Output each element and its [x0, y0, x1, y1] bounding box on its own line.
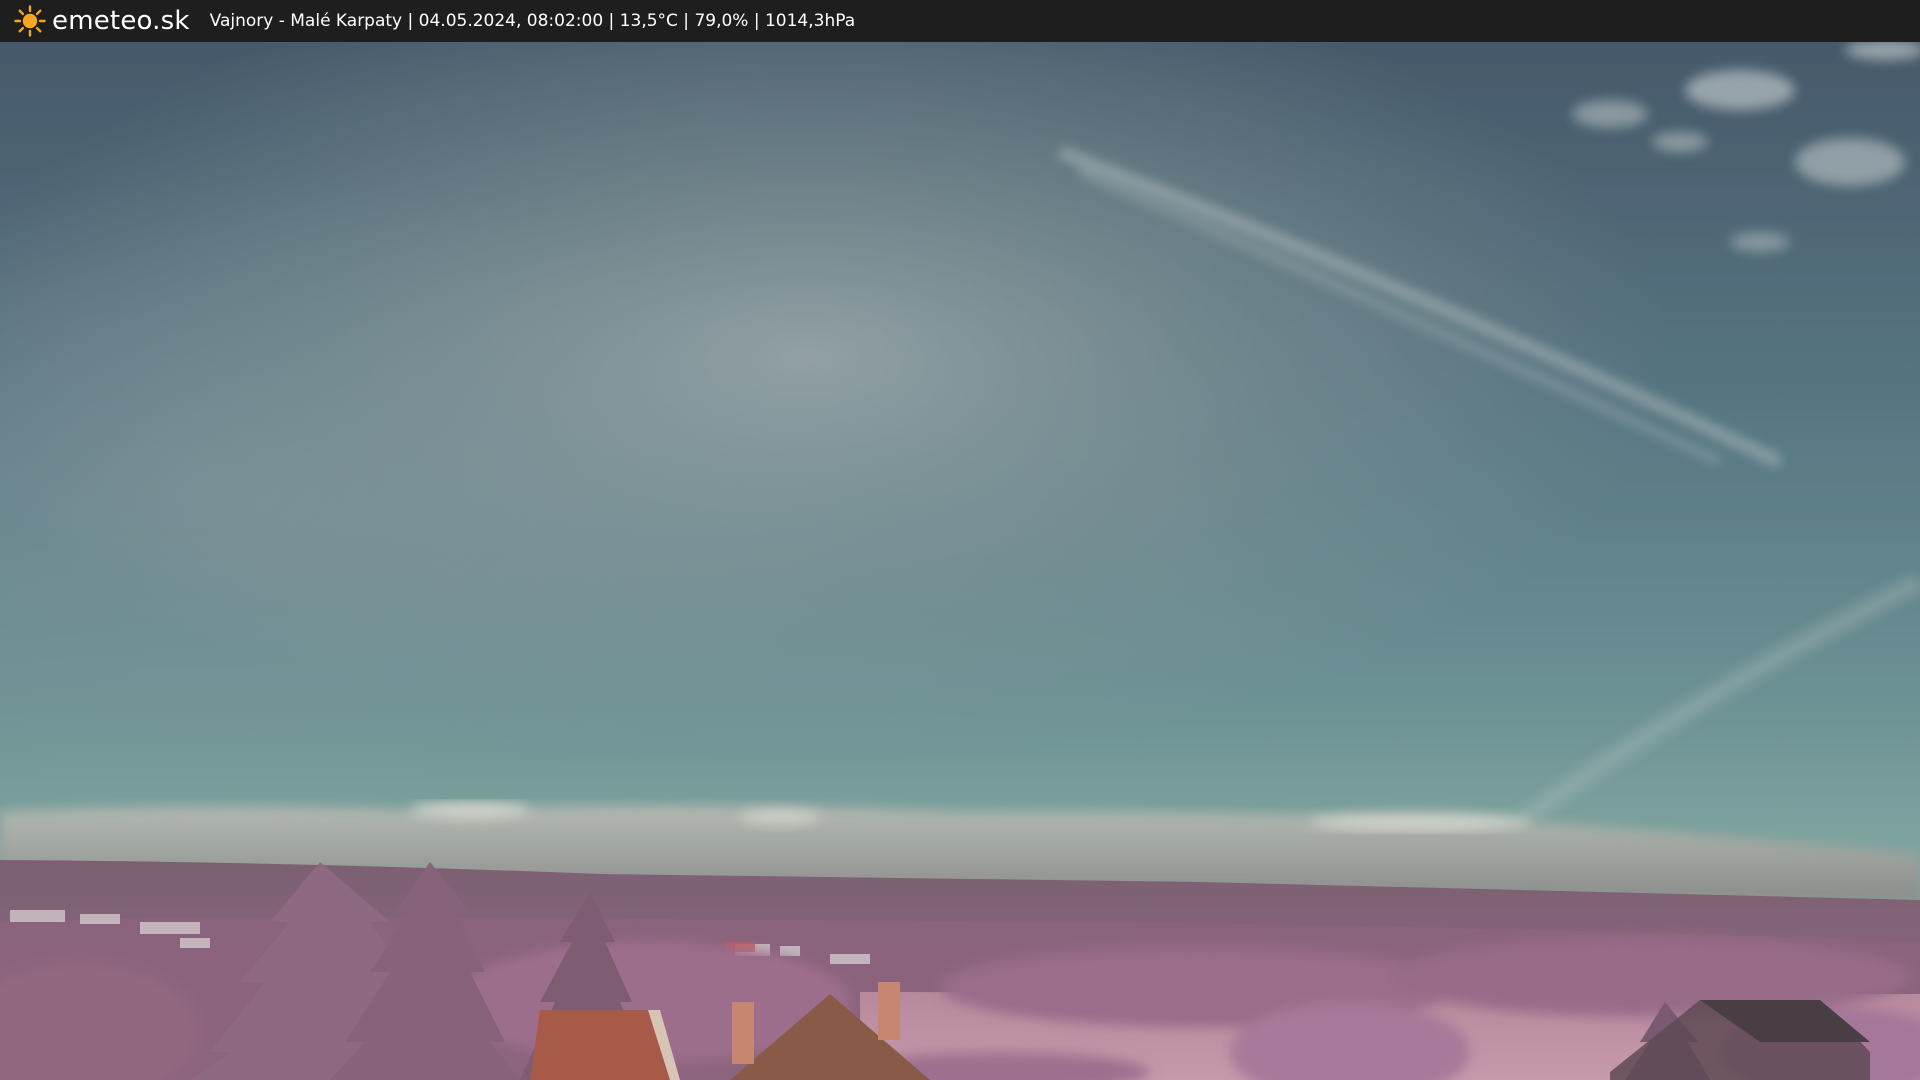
site-logo-text[interactable]: emeteo.sk: [52, 6, 190, 36]
sun-icon: [14, 5, 46, 37]
station-readout: Vajnory - Malé Karpaty | 04.05.2024, 08:…: [209, 11, 856, 31]
webcam-image: [0, 42, 1920, 1080]
header-bar: emeteo.sk Vajnory - Malé Karpaty | 04.05…: [0, 0, 1920, 42]
webcam-frame: emeteo.sk Vajnory - Malé Karpaty | 04.05…: [0, 0, 1920, 1080]
